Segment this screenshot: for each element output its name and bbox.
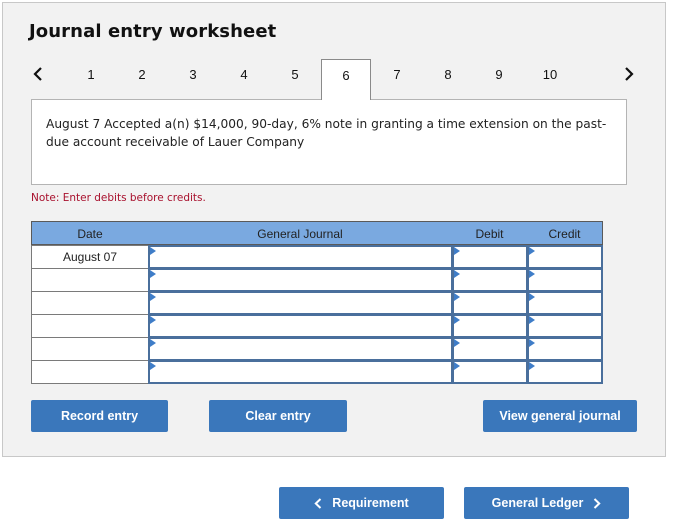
tab-9[interactable]: 9 [474, 59, 524, 100]
dropdown-marker-icon [150, 247, 156, 255]
transaction-description: August 7 Accepted a(n) $14,000, 90-day, … [31, 99, 627, 185]
dropdown-marker-icon [454, 316, 460, 324]
column-header-general-journal: General Journal [148, 221, 453, 245]
chevron-left-icon [33, 67, 42, 81]
credit-input[interactable] [527, 245, 603, 269]
debit-input[interactable] [452, 291, 528, 315]
credit-input[interactable] [527, 337, 603, 361]
debit-input[interactable] [452, 360, 528, 384]
debit-input[interactable] [452, 337, 528, 361]
date-cell [31, 314, 149, 338]
view-general-journal-button[interactable]: View general journal [483, 400, 637, 432]
date-cell [31, 360, 149, 384]
dropdown-marker-icon [454, 339, 460, 347]
debit-input[interactable] [452, 268, 528, 292]
credit-input[interactable] [527, 268, 603, 292]
tab-6[interactable]: 6 [321, 59, 371, 100]
tab-3[interactable]: 3 [168, 59, 218, 100]
requirement-button[interactable]: Requirement [279, 487, 444, 519]
requirement-label: Requirement [332, 496, 409, 510]
tab-5[interactable]: 5 [270, 59, 320, 100]
column-header-debit: Debit [452, 221, 528, 245]
record-entry-button[interactable]: Record entry [31, 400, 168, 432]
column-header-credit: Credit [527, 221, 603, 245]
account-input[interactable] [148, 337, 453, 361]
tab-2[interactable]: 2 [117, 59, 167, 100]
debit-input[interactable] [452, 314, 528, 338]
debit-input[interactable] [452, 245, 528, 269]
dropdown-marker-icon [529, 362, 535, 370]
credit-input[interactable] [527, 291, 603, 315]
date-cell [31, 337, 149, 361]
dropdown-marker-icon [454, 247, 460, 255]
account-input[interactable] [148, 245, 453, 269]
worksheet-title: Journal entry worksheet [29, 21, 277, 42]
dropdown-marker-icon [529, 293, 535, 301]
dropdown-marker-icon [529, 270, 535, 278]
chevron-right-icon [594, 497, 601, 509]
dropdown-marker-icon [150, 339, 156, 347]
tab-10[interactable]: 10 [525, 59, 575, 100]
account-input[interactable] [148, 360, 453, 384]
chevron-right-icon [625, 67, 634, 81]
dropdown-marker-icon [150, 362, 156, 370]
dropdown-marker-icon [150, 293, 156, 301]
instruction-note: Note: Enter debits before credits. [31, 192, 206, 204]
dropdown-marker-icon [454, 293, 460, 301]
dropdown-marker-icon [150, 270, 156, 278]
date-cell [31, 268, 149, 292]
chevron-left-icon [314, 497, 322, 509]
date-cell: August 07 [31, 245, 149, 269]
tab-4[interactable]: 4 [219, 59, 269, 100]
clear-entry-button[interactable]: Clear entry [209, 400, 347, 432]
general-ledger-label: General Ledger [491, 496, 584, 510]
tab-7[interactable]: 7 [372, 59, 422, 100]
account-input[interactable] [148, 291, 453, 315]
dropdown-marker-icon [454, 270, 460, 278]
general-ledger-button[interactable]: General Ledger [464, 487, 629, 519]
account-input[interactable] [148, 314, 453, 338]
credit-input[interactable] [527, 314, 603, 338]
dropdown-marker-icon [150, 316, 156, 324]
dropdown-marker-icon [529, 339, 535, 347]
dropdown-marker-icon [529, 316, 535, 324]
tab-8[interactable]: 8 [423, 59, 473, 100]
tab-1[interactable]: 1 [66, 59, 116, 100]
dropdown-marker-icon [454, 362, 460, 370]
date-cell [31, 291, 149, 315]
next-entry-button[interactable] [619, 62, 639, 86]
credit-input[interactable] [527, 360, 603, 384]
dropdown-marker-icon [529, 247, 535, 255]
column-header-date: Date [31, 221, 149, 245]
prev-entry-button[interactable] [28, 62, 48, 86]
account-input[interactable] [148, 268, 453, 292]
